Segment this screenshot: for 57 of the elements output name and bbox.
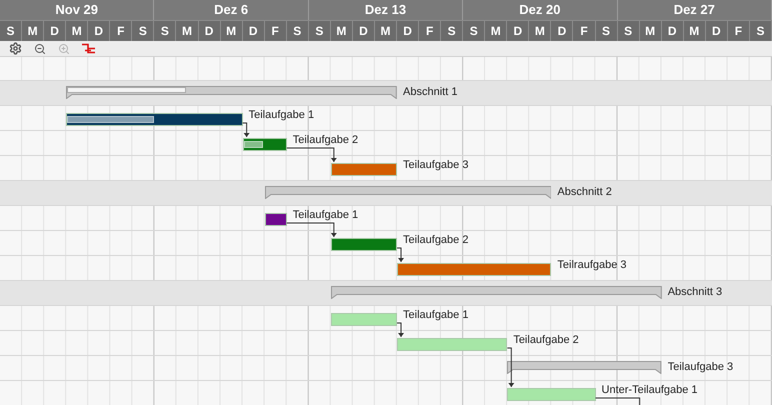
day-header: S — [308, 20, 331, 41]
day-header: D — [662, 20, 684, 41]
day-header: M — [374, 20, 398, 41]
task-bar[interactable] — [264, 213, 287, 226]
day-header: M — [220, 20, 243, 41]
day-header: D — [507, 20, 530, 41]
zoom-out-icon[interactable] — [34, 42, 46, 54]
day-header: M — [22, 20, 44, 41]
day-header: F — [110, 20, 132, 41]
day-header: M — [66, 20, 88, 41]
day-header: S — [463, 20, 486, 41]
day-header: S — [618, 20, 640, 41]
day-header: S — [441, 20, 464, 41]
summary-label: Teilaufgabe 3 — [668, 360, 734, 374]
task-bar[interactable] — [66, 113, 243, 126]
task-label: Teilaufgabe 3 — [403, 158, 468, 172]
task-label: Teilaufgabe 2 — [403, 233, 468, 247]
summary-bar[interactable] — [507, 361, 662, 374]
day-header: F — [419, 20, 442, 41]
day-header: F — [573, 20, 596, 41]
day-header: S — [596, 20, 618, 41]
day-header: F — [264, 20, 287, 41]
task-label: Unter-Teilaufgabe 1 — [602, 383, 698, 397]
settings-icon[interactable] — [9, 42, 22, 55]
day-header: M — [485, 20, 508, 41]
task-label: Teilaufgabe 2 — [513, 333, 579, 347]
day-header: M — [176, 20, 198, 41]
day-header: D — [706, 20, 728, 41]
task-label: Teilaufgabe 1 — [403, 308, 468, 322]
summary-label: Abschnitt 3 — [668, 285, 722, 299]
summary-label: Abschnitt 2 — [557, 185, 612, 199]
task-label: Teilaufgabe 1 — [248, 108, 314, 122]
section-bar[interactable] — [330, 286, 662, 299]
day-header: M — [529, 20, 552, 41]
day-header: M — [640, 20, 662, 41]
day-header: S — [0, 20, 22, 41]
day-header: F — [728, 20, 750, 41]
task-label: Teilaufgabe 1 — [292, 208, 358, 222]
task-label: Teilraufgabe 3 — [557, 258, 627, 272]
summary-label: Abschnitt 1 — [403, 85, 458, 99]
day-header: M — [684, 20, 706, 41]
day-header: D — [242, 20, 265, 41]
day-header: D — [397, 20, 420, 41]
day-header: S — [132, 20, 154, 41]
day-header: S — [750, 20, 772, 41]
day-header: S — [286, 20, 309, 41]
day-header: D — [352, 20, 375, 41]
day-header: D — [198, 20, 221, 41]
day-header: S — [154, 20, 176, 41]
day-header: D — [551, 20, 574, 41]
stepped-lines-icon[interactable] — [82, 43, 95, 54]
day-header: D — [88, 20, 110, 41]
task-label: Teilaufgabe 2 — [292, 133, 358, 147]
day-header: D — [44, 20, 66, 41]
day-header: M — [330, 20, 353, 41]
section-bar[interactable] — [264, 186, 552, 199]
section-bar[interactable] — [66, 86, 397, 99]
